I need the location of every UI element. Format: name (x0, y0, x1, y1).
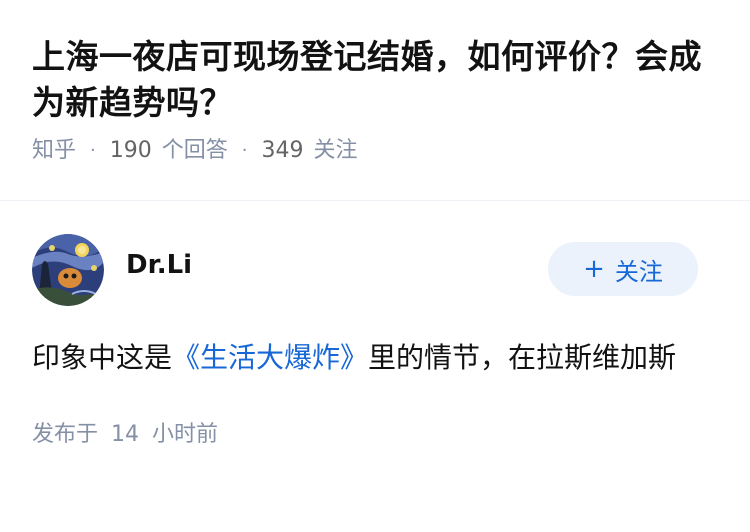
avatar-image (32, 234, 104, 306)
answer-text-start: 印象中这是 (32, 341, 173, 374)
answer-card: Dr.Li + 关注 印象中这是《生活大爆炸》里的情节，在拉斯维加斯 发布于 1… (32, 232, 718, 450)
answer-time: 发布于 14 小时前 (32, 420, 718, 450)
question-header: 上海一夜店可现场登记结婚，如何评价？会成为新趋势吗？ 知乎 · 190 个回答 … (32, 34, 722, 166)
time-prefix: 发布于 (32, 422, 99, 447)
author-row: Dr.Li + 关注 (32, 232, 718, 306)
answer-link[interactable]: 《生活大爆炸》 (172, 341, 368, 374)
follow-button[interactable]: + 关注 (548, 242, 698, 296)
answer-count-label: 个回答 (161, 138, 228, 163)
answer-text-end: 里的情节，在拉斯维加斯 (368, 341, 677, 374)
section-divider (0, 200, 750, 201)
time-value: 14 (111, 422, 140, 447)
separator-dot: · (90, 140, 96, 161)
follow-button-label: 关注 (614, 257, 663, 286)
question-title[interactable]: 上海一夜店可现场登记结婚，如何评价？会成为新趋势吗？ (32, 34, 722, 126)
follower-count-label: 关注 (313, 138, 358, 163)
author-name[interactable]: Dr.Li (126, 250, 192, 280)
answer-content[interactable]: 印象中这是《生活大爆炸》里的情节，在拉斯维加斯 (32, 334, 718, 382)
question-meta: 知乎 · 190 个回答 · 349 关注 (32, 136, 722, 166)
follower-count: 349 (261, 138, 304, 163)
plus-icon: + (583, 254, 605, 284)
source-label[interactable]: 知乎 (32, 136, 76, 166)
avatar[interactable] (32, 234, 104, 306)
time-unit: 小时前 (152, 422, 219, 447)
separator-dot: · (241, 140, 248, 161)
answer-count: 190 (109, 138, 152, 163)
